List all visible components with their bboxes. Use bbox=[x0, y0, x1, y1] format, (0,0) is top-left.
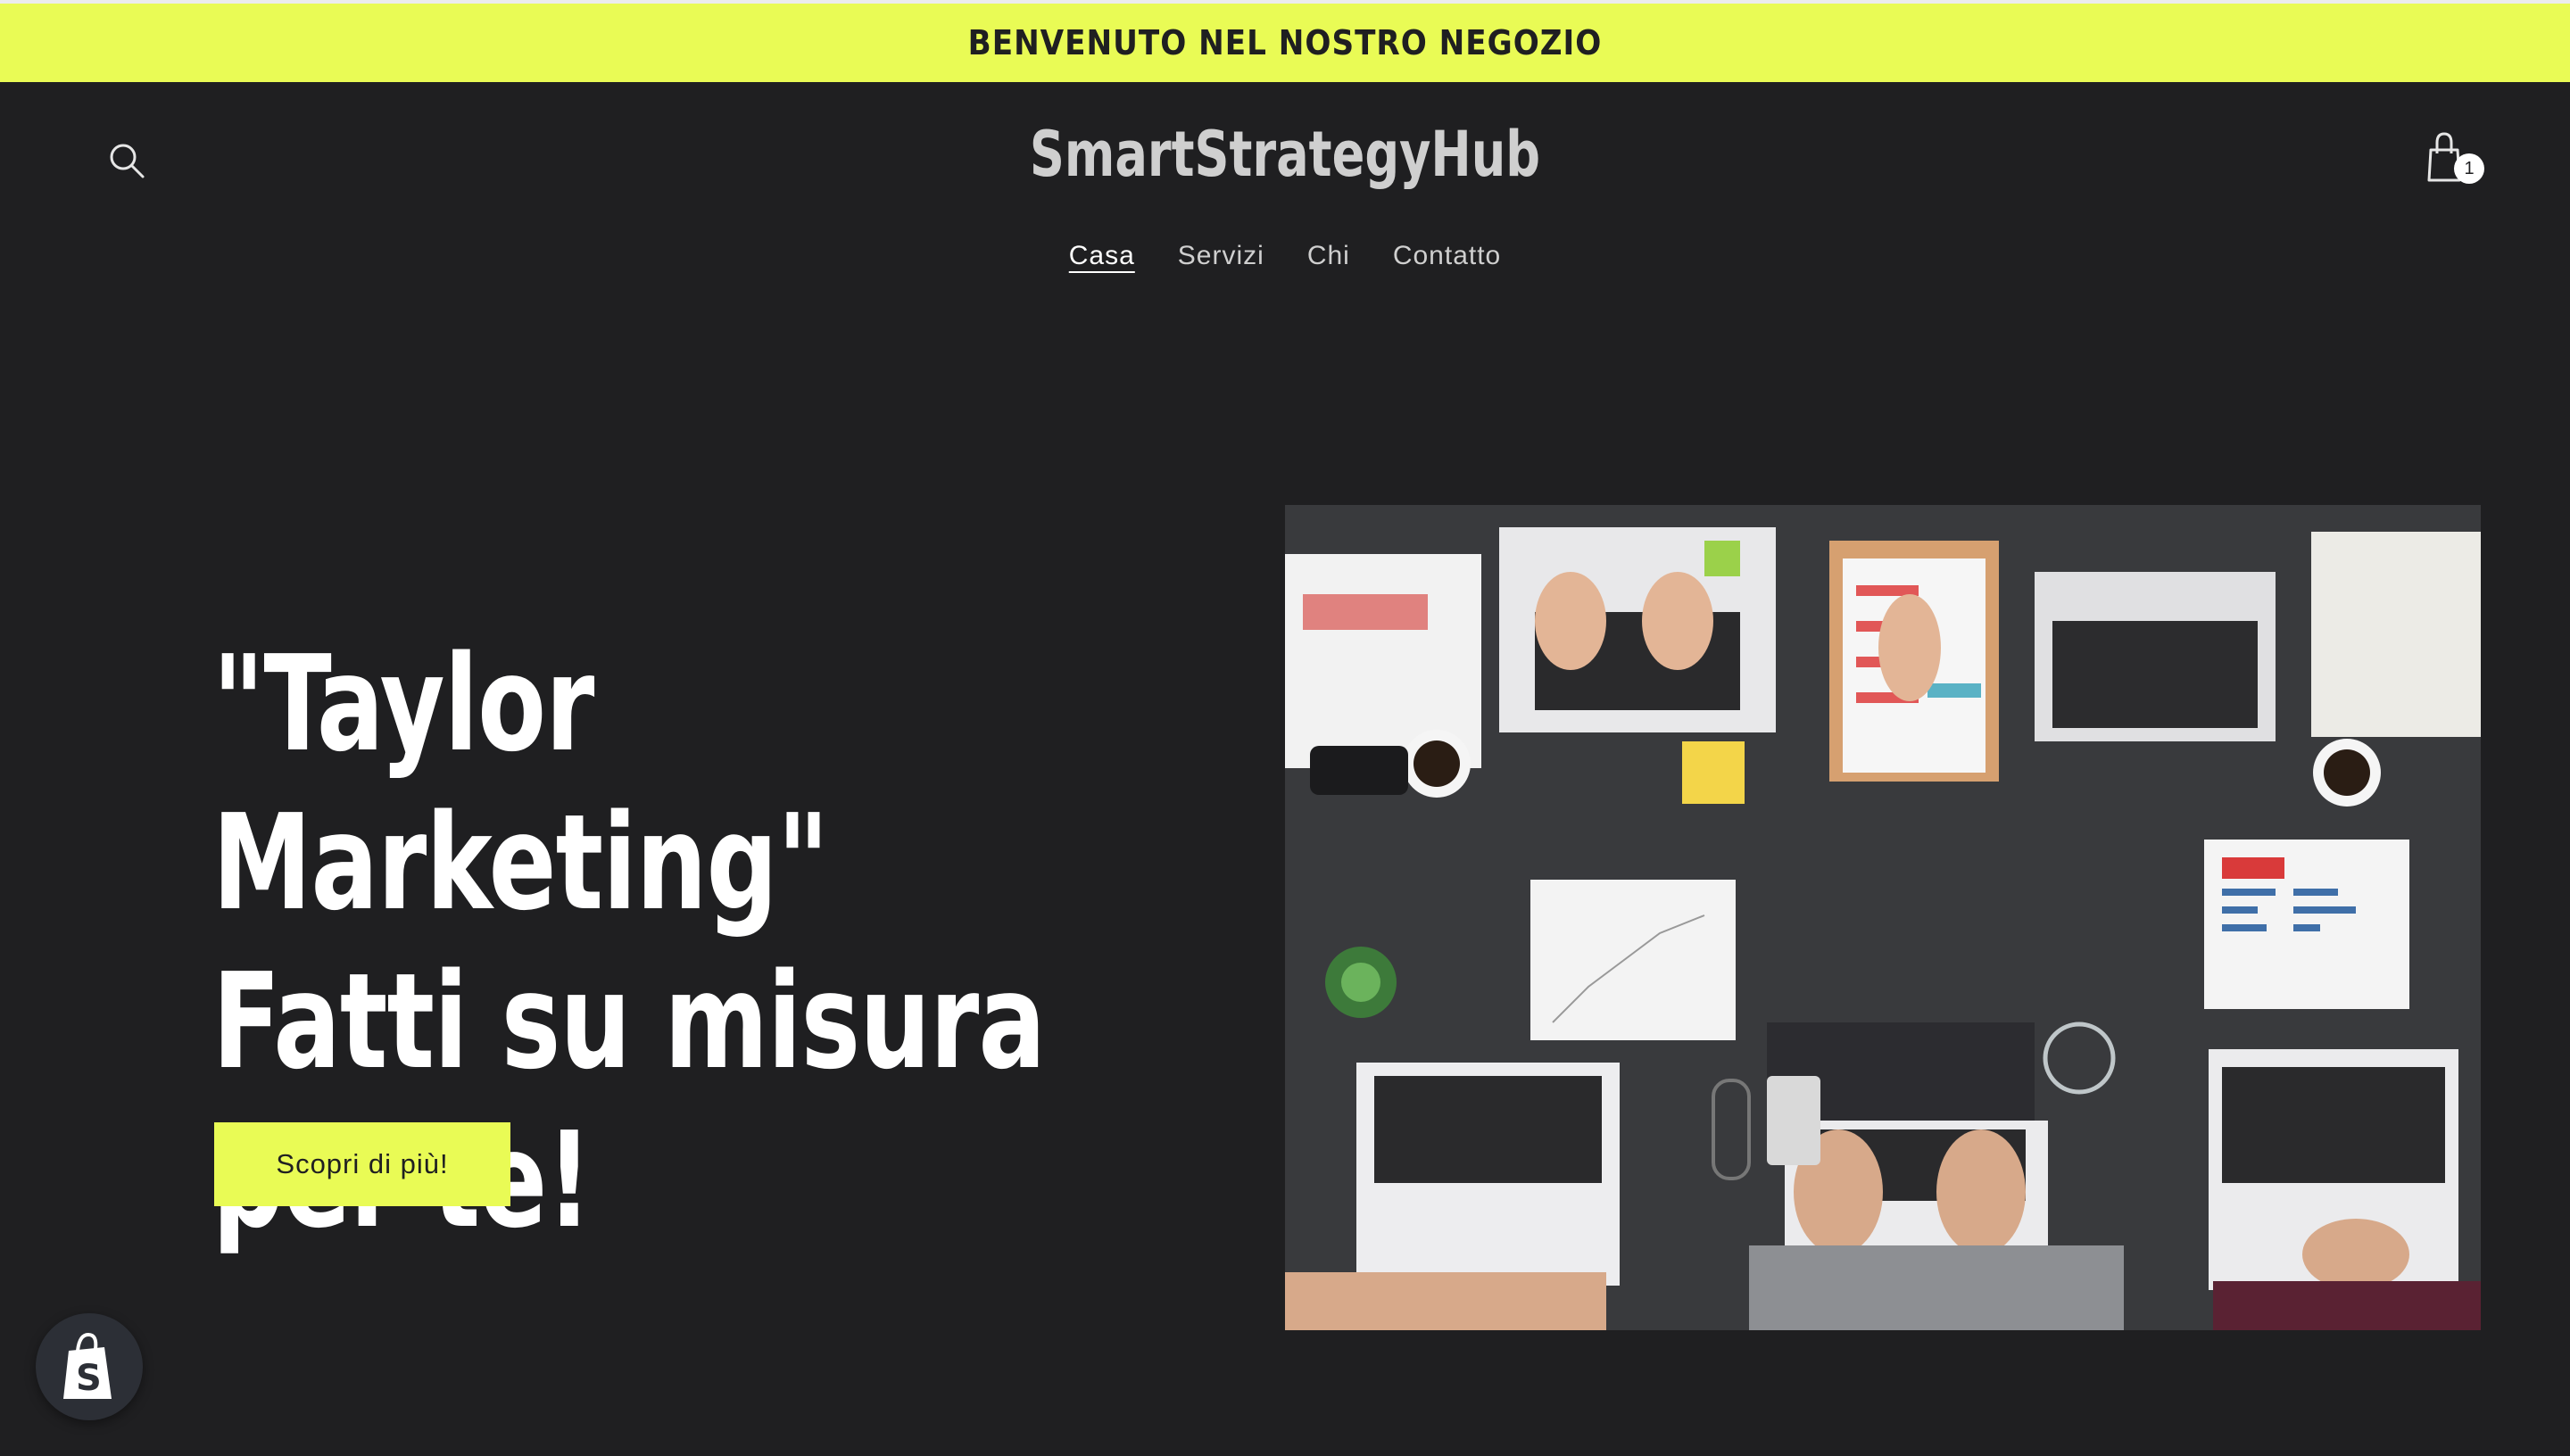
search-icon bbox=[110, 144, 145, 178]
site-logo[interactable]: SmartStrategyHub bbox=[978, 118, 1592, 191]
nav-item-contatto[interactable]: Contatto bbox=[1393, 241, 1501, 271]
svg-text:S: S bbox=[76, 1358, 102, 1399]
announcement-bar: BENVENUTO NEL NOSTRO NEGOZIO bbox=[0, 0, 2570, 82]
nav-item-casa[interactable]: Casa bbox=[1069, 241, 1135, 271]
site-header: SmartStrategyHub Casa Servizi Chi Contat… bbox=[0, 82, 2570, 350]
shopify-bag-icon: S bbox=[63, 1332, 112, 1399]
nav-item-chi[interactable]: Chi bbox=[1307, 241, 1350, 271]
shopify-badge[interactable]: S bbox=[36, 1313, 143, 1420]
nav-item-servizi[interactable]: Servizi bbox=[1178, 241, 1264, 271]
cart-button[interactable]: 1 bbox=[2422, 128, 2486, 193]
cart-count-badge: 1 bbox=[2454, 153, 2484, 184]
hero-image bbox=[1285, 505, 2481, 1330]
search-button[interactable] bbox=[105, 139, 150, 184]
main-nav: Casa Servizi Chi Contatto bbox=[0, 241, 2570, 271]
discover-more-button[interactable]: Scopri di più! bbox=[214, 1122, 510, 1206]
announcement-text: BENVENUTO NEL NOSTRO NEGOZIO bbox=[967, 23, 1603, 62]
